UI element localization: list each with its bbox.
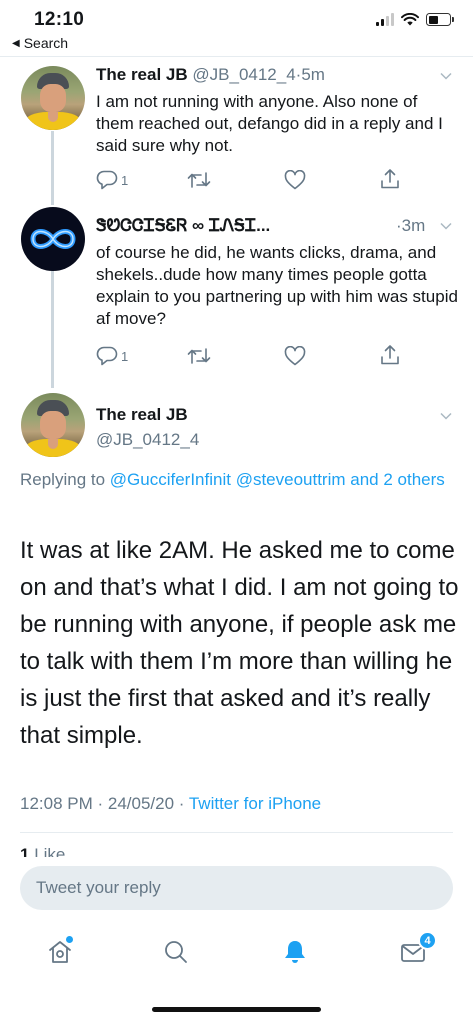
retweet-icon[interactable] <box>187 347 211 365</box>
avatar[interactable] <box>21 66 85 130</box>
reply-button[interactable]: 1 <box>96 346 128 366</box>
tab-bar: 4 <box>0 922 473 982</box>
thread-connector <box>51 270 54 388</box>
avatar[interactable] <box>21 207 85 271</box>
infinity-logo-icon <box>30 229 76 249</box>
status-icons <box>376 13 454 26</box>
cellular-signal-icon <box>376 13 394 26</box>
author-handle: @JB_0412_4 <box>192 65 296 84</box>
chevron-down-icon[interactable] <box>440 220 452 232</box>
tweet-time-group: ·3m <box>396 216 425 236</box>
reply-icon <box>96 170 118 190</box>
battery-icon <box>426 13 454 26</box>
share-icon[interactable] <box>380 344 400 366</box>
reply-count: 1 <box>121 348 129 364</box>
reply-button[interactable]: 1 <box>96 170 128 190</box>
avatar[interactable] <box>21 393 85 457</box>
back-label: Search <box>23 35 69 51</box>
tab-notifications[interactable] <box>275 932 315 972</box>
status-bar: 12:10 ◀ Search <box>0 0 473 56</box>
tweet-timestamp: 12:08 PM · 24/05/20 · <box>20 794 189 813</box>
search-icon <box>165 941 187 963</box>
share-icon[interactable] <box>380 168 400 190</box>
tweet-text: of course he did, he wants clicks, drama… <box>96 243 458 328</box>
tweet-time: 3m <box>401 216 426 235</box>
new-content-dot <box>66 936 73 943</box>
retweet-icon[interactable] <box>187 171 211 189</box>
home-indicator <box>152 1007 321 1012</box>
tweet-source[interactable]: Twitter for iPhone <box>189 794 321 813</box>
bell-icon <box>285 941 305 963</box>
replying-prefix: Replying to <box>20 470 110 489</box>
like-count: 1 <box>20 845 30 857</box>
status-time: 12:10 <box>34 9 85 30</box>
thread-connector <box>51 131 54 205</box>
tab-search[interactable] <box>156 932 196 972</box>
reply-icon <box>96 346 118 366</box>
tweet-time: 5m <box>301 65 325 84</box>
author-name: ᏕᏬᏣᏣᏆᎦᏋᏒ ∞ ᏆᏁᎦᏆ... <box>96 216 271 235</box>
main-author-name[interactable]: The real JB <box>96 405 188 425</box>
reply-composer[interactable] <box>20 866 453 910</box>
main-tweet-text: It was at like 2AM. He asked me to come … <box>20 537 459 749</box>
replying-to: Replying to @GucciferInfinit @steveouttr… <box>20 467 460 492</box>
like-count-row[interactable]: 1 Like <box>20 845 65 857</box>
replying-mentions[interactable]: @GucciferInfinit @steveouttrim and 2 oth… <box>110 470 445 489</box>
chevron-down-icon[interactable] <box>440 410 452 422</box>
header-divider <box>0 56 473 57</box>
reply-count: 1 <box>121 172 129 188</box>
tweet-author[interactable]: The real JB @JB_0412_4·5m <box>96 65 325 85</box>
back-arrow-icon: ◀ <box>12 37 20 49</box>
meta-divider <box>20 832 453 833</box>
tweet-author[interactable]: ᏕᏬᏣᏣᏆᎦᏋᏒ ∞ ᏆᏁᎦᏆ... <box>96 216 270 236</box>
tweet-meta: 12:08 PM · 24/05/20 · Twitter for iPhone <box>20 794 321 814</box>
author-name: The real JB <box>96 65 188 84</box>
like-label: Like <box>34 845 66 857</box>
back-to-search[interactable]: ◀ Search <box>12 35 68 51</box>
like-heart-icon[interactable] <box>284 170 306 190</box>
tab-messages[interactable]: 4 <box>393 931 437 972</box>
wifi-icon <box>401 13 419 26</box>
reply-input[interactable] <box>20 866 453 910</box>
messages-badge: 4 <box>418 931 437 950</box>
main-author-handle[interactable]: @JB_0412_4 <box>96 430 199 450</box>
tab-home[interactable] <box>40 932 80 972</box>
like-heart-icon[interactable] <box>284 346 306 366</box>
tweet-text: I am not running with anyone. Also none … <box>96 92 443 155</box>
chevron-down-icon[interactable] <box>440 70 452 82</box>
